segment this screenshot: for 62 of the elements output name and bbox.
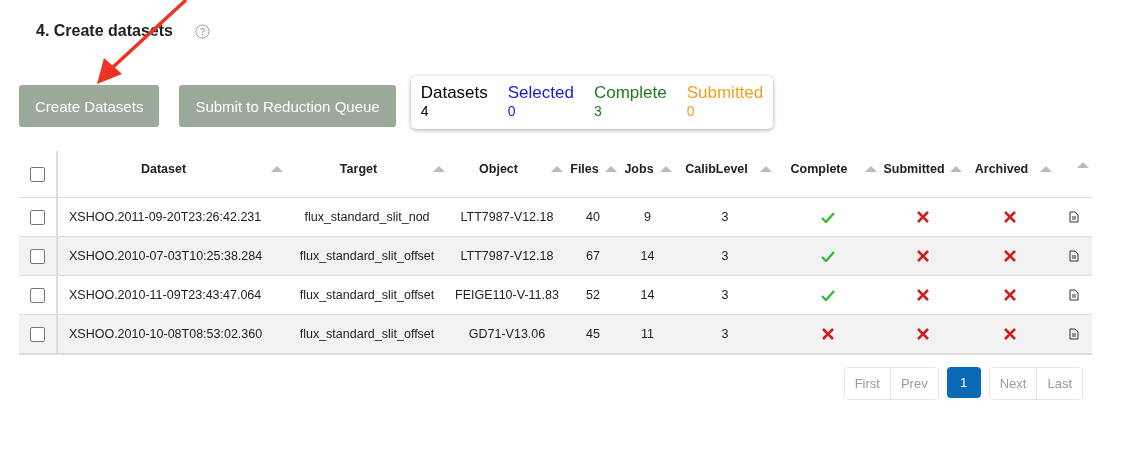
sort-icon[interactable]	[950, 166, 962, 172]
sort-icon[interactable]	[551, 166, 563, 172]
column-header[interactable]: CalibLevel	[675, 162, 758, 176]
table-cell-text: 14	[639, 288, 656, 302]
table-cell-text: 3	[720, 288, 730, 302]
help-icon[interactable]	[194, 23, 210, 39]
table-cell-text: XSHOO.2011-09-20T23:26:42.231	[68, 210, 263, 224]
stat-label: Complete	[593, 82, 667, 103]
table-cell-text: GD71-V13.06	[467, 327, 547, 341]
table-cell-text: LTT7987-V12.18	[459, 249, 555, 263]
sort-icon[interactable]	[865, 166, 877, 172]
sort-icon[interactable]	[271, 166, 283, 172]
row-checkbox[interactable]	[30, 287, 45, 303]
table-cell-text: FEIGE110-V-11.83	[454, 288, 560, 302]
table-cell-text: XSHOO.2010-10-08T08:53:02.360	[68, 327, 264, 341]
sort-icon[interactable]	[660, 166, 672, 172]
stat-label: Datasets	[420, 82, 488, 103]
table-cell-text: 14	[639, 249, 656, 263]
table-cell-text: flux_standard_slit_offset	[298, 327, 436, 341]
column-header[interactable]: Jobs	[620, 162, 658, 176]
sort-icon[interactable]	[605, 166, 617, 172]
stat-value: 3	[593, 102, 603, 120]
table-cell-text: XSHOO.2010-11-09T23:43:47.064	[68, 288, 263, 302]
column-header[interactable]: Complete	[775, 162, 863, 176]
stat-label: Submitted	[686, 82, 764, 103]
table-cell-text: 52	[585, 288, 601, 302]
table-cell-text: 67	[585, 249, 601, 263]
document-icon[interactable]	[1068, 250, 1079, 262]
column-header[interactable]: Target	[286, 162, 431, 176]
sort-icon[interactable]	[433, 166, 445, 172]
sort-icon[interactable]	[1077, 162, 1089, 168]
table-cell-text: flux_standard_slit_offset	[298, 249, 436, 263]
column-header[interactable]: Submitted	[880, 162, 948, 176]
table-cell-text: flux_standard_slit_nod	[303, 210, 431, 224]
table-cell-text: LTT7987-V12.18	[459, 210, 555, 224]
table-cell-text: 3	[720, 327, 730, 341]
table-cell-text: 40	[585, 210, 601, 224]
sort-icon[interactable]	[760, 166, 772, 172]
table-cell-text: 9	[643, 210, 652, 224]
table-cell-text: 3	[720, 249, 730, 263]
column-header[interactable]: Dataset	[58, 162, 269, 176]
table-cell-text: 45	[585, 327, 601, 341]
stat-value: 0	[686, 102, 696, 120]
stat-label: Selected	[507, 82, 574, 103]
document-icon[interactable]	[1068, 328, 1079, 340]
document-icon[interactable]	[1068, 289, 1079, 301]
row-checkbox[interactable]	[30, 326, 45, 342]
stat-value: 0	[507, 102, 517, 120]
column-header[interactable]: Object	[448, 162, 549, 176]
table-cell-text: flux_standard_slit_offset	[298, 288, 436, 302]
page-button[interactable]: 1	[946, 367, 981, 398]
row-checkbox[interactable]	[30, 209, 45, 225]
table-cell-text: 11	[640, 327, 655, 341]
select-all-checkbox[interactable]	[30, 166, 45, 182]
column-header[interactable]: Files	[566, 162, 603, 176]
table-cell-text: XSHOO.2010-07-03T10:25:38.284	[68, 249, 264, 263]
document-icon[interactable]	[1068, 211, 1079, 223]
table-cell-text: 3	[720, 210, 730, 224]
sort-icon[interactable]	[1040, 166, 1052, 172]
stat-value: 4	[420, 102, 430, 120]
column-header[interactable]: Archived	[965, 162, 1038, 176]
row-checkbox[interactable]	[30, 248, 45, 264]
